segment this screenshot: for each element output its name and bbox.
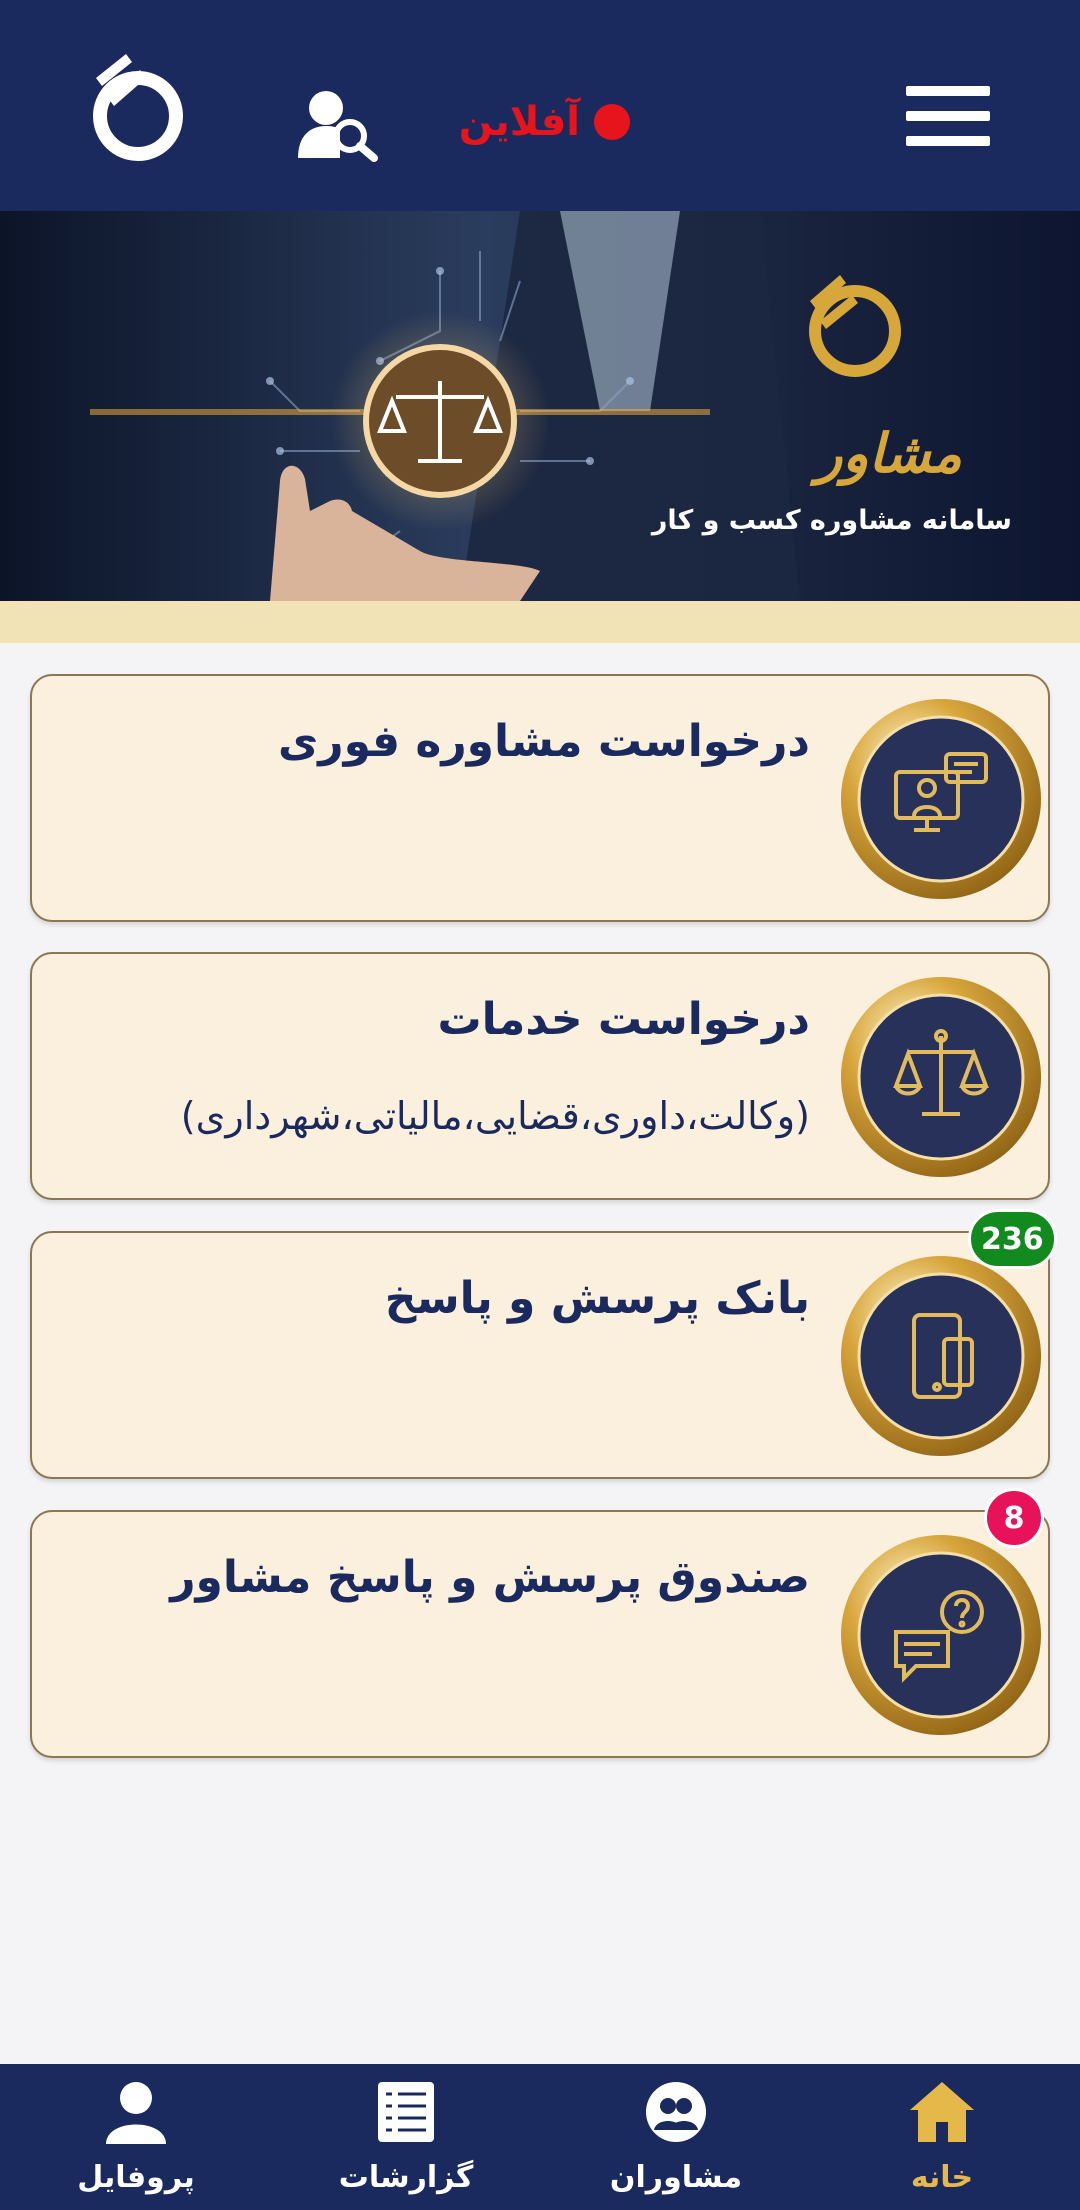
banner-image (0, 211, 1080, 601)
hamburger-icon (906, 86, 990, 96)
card-title: صندوق پرسش و پاسخ مشاور (170, 1552, 810, 1603)
card-title: درخواست خدمات (437, 994, 810, 1045)
card-icon-badge (838, 1532, 1044, 1738)
card-icon-badge (838, 696, 1044, 902)
banner-subtitle: سامانه مشاوره کسب و کار (651, 505, 1012, 536)
connection-status: آفلاین (459, 92, 630, 152)
top-bar: آفلاین (0, 0, 1080, 211)
card-advisor-qa-box[interactable]: صندوق پرسش و پاسخ مشاور 8 (30, 1488, 1050, 1758)
advisors-icon (646, 2082, 706, 2142)
hero-banner (0, 211, 1080, 601)
profile-icon (106, 2082, 166, 2144)
card-qa-bank[interactable]: بانک پرسش و پاسخ 236 (30, 1209, 1057, 1479)
banner-divider (0, 601, 1080, 643)
hamburger-menu-button[interactable] (906, 86, 990, 146)
app-logo-icon (93, 54, 183, 161)
nav-label: مشاوران (609, 2160, 743, 2195)
user-search-icon (298, 91, 378, 162)
bottom-nav: خانه مشاوران گزارشات پروفایل (0, 2064, 1080, 2210)
home-icon (910, 2082, 974, 2142)
reports-icon (378, 2082, 434, 2142)
card-icon-badge (838, 1253, 1044, 1459)
status-dot-icon (594, 104, 630, 140)
card-services-request[interactable]: درخواست خدمات (وکالت،داوری،قضایی،مالیاتی… (30, 952, 1050, 1200)
nav-item-home[interactable]: خانه (842, 2064, 1042, 2210)
search-user-button[interactable] (296, 86, 380, 162)
status-text: آفلاین (458, 99, 580, 145)
nav-item-reports[interactable]: گزارشات (306, 2064, 506, 2210)
card-icon-badge (838, 974, 1044, 1180)
nav-item-profile[interactable]: پروفایل (36, 2064, 236, 2210)
nav-label: گزارشات (338, 2160, 474, 2195)
banner-brand: مشاور (816, 422, 962, 485)
card-title: درخواست مشاوره فوری (277, 716, 810, 767)
qa-bank-count-badge: 236 (968, 1209, 1057, 1269)
card-subtitle: (وکالت،داوری،قضایی،مالیاتی،شهرداری) (180, 1094, 810, 1138)
app-logo[interactable] (88, 48, 184, 164)
nav-label: خانه (910, 2160, 974, 2195)
nav-item-advisors[interactable]: مشاوران (576, 2064, 776, 2210)
nav-label: پروفایل (77, 2160, 195, 2195)
advisor-qa-count-badge: 8 (984, 1488, 1044, 1548)
card-instant-consult[interactable]: درخواست مشاوره فوری (30, 674, 1050, 922)
card-title: بانک پرسش و پاسخ (384, 1273, 810, 1324)
